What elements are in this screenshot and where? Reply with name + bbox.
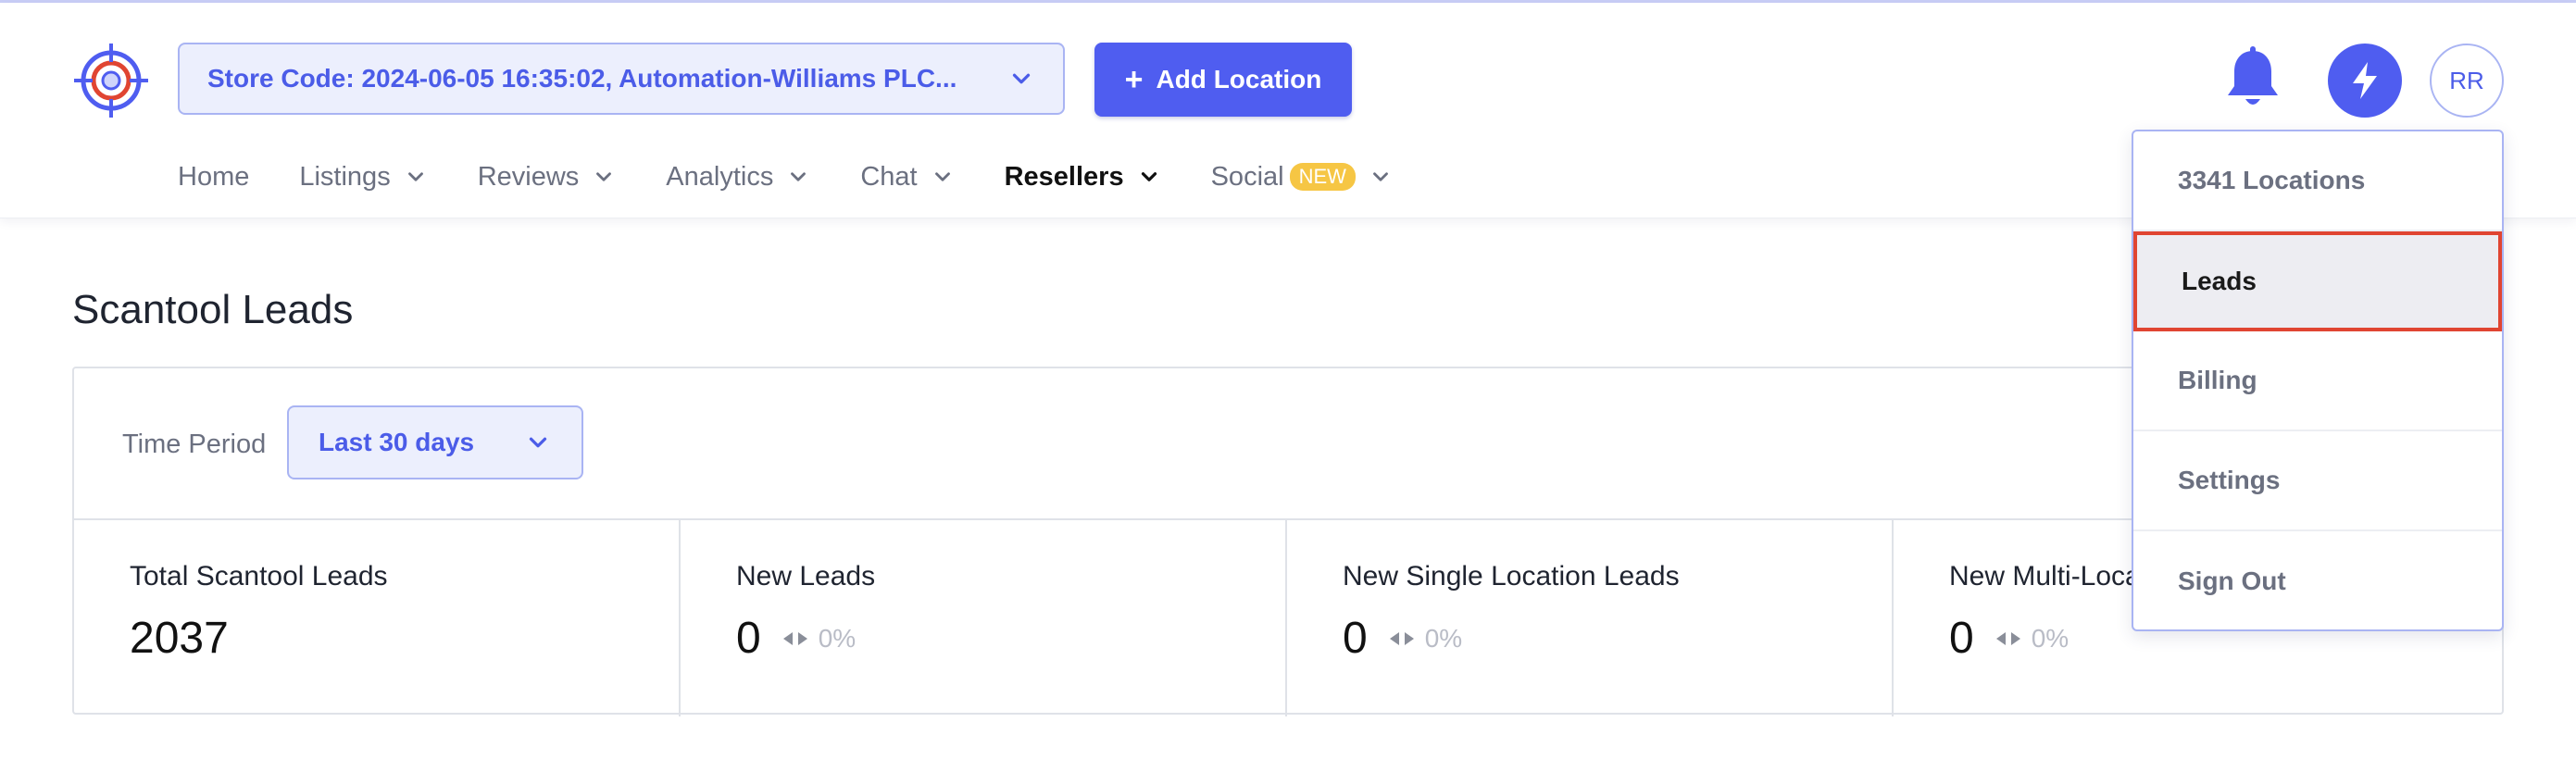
stat-change-value: 0% bbox=[2031, 623, 2070, 653]
nav-resellers[interactable]: Resellers bbox=[1005, 162, 1161, 193]
nav-social-label: Social bbox=[1210, 161, 1284, 192]
chevron-down-icon bbox=[1141, 172, 1157, 181]
account-dropdown-menu: 3341 Locations Leads Billing Settings Si… bbox=[2132, 130, 2504, 631]
store-selector-label: Store Code: 2024-06-05 16:35:02, Automat… bbox=[207, 64, 957, 93]
stat-total-leads: Total Scantool Leads 2037 bbox=[74, 520, 681, 716]
stat-new-leads: New Leads 0 0% bbox=[681, 520, 1287, 716]
add-location-label: Add Location bbox=[1156, 65, 1322, 93]
chevron-down-icon bbox=[791, 172, 807, 181]
stat-label: New Single Location Leads bbox=[1343, 561, 1680, 591]
nav-home[interactable]: Home bbox=[178, 162, 249, 193]
stat-change: 0% bbox=[782, 624, 856, 654]
menu-item-locations[interactable]: 3341 Locations bbox=[2133, 131, 2502, 231]
page-title: Scantool Leads bbox=[72, 287, 354, 332]
nav-reviews-label: Reviews bbox=[477, 161, 580, 192]
stat-change-value: 0% bbox=[1424, 623, 1463, 653]
add-location-button[interactable]: + Add Location bbox=[1094, 43, 1352, 117]
stat-change: 0% bbox=[1995, 624, 2069, 654]
stat-value: 2037 bbox=[130, 614, 229, 663]
nav-social[interactable]: Social NEW bbox=[1211, 162, 1393, 193]
time-period-value: Last 30 days bbox=[319, 428, 475, 456]
left-right-arrows-icon bbox=[1995, 631, 2020, 645]
chevron-down-icon bbox=[596, 172, 612, 181]
nav-analytics[interactable]: Analytics bbox=[666, 162, 810, 193]
stat-label: New Leads bbox=[736, 561, 876, 591]
left-right-arrows-icon bbox=[1389, 631, 1414, 645]
nav-reviews[interactable]: Reviews bbox=[478, 162, 617, 193]
lightning-bolt-icon bbox=[2353, 62, 2377, 99]
menu-item-billing[interactable]: Billing bbox=[2133, 331, 2502, 431]
time-period-select[interactable]: Last 30 days bbox=[287, 405, 583, 479]
stat-single-location-leads: New Single Location Leads 0 0% bbox=[1287, 520, 1894, 716]
menu-item-settings[interactable]: Settings bbox=[2133, 431, 2502, 531]
user-avatar[interactable]: RR bbox=[2430, 44, 2504, 118]
plus-icon: + bbox=[1124, 62, 1144, 97]
nav-chat-label: Chat bbox=[860, 161, 918, 192]
chevron-down-icon bbox=[1012, 73, 1031, 84]
menu-item-leads[interactable]: Leads bbox=[2133, 231, 2502, 331]
chevron-down-icon bbox=[1373, 172, 1388, 181]
chevron-down-icon bbox=[529, 437, 547, 448]
nav-listings-label: Listings bbox=[299, 161, 391, 192]
nav-chat[interactable]: Chat bbox=[860, 162, 954, 193]
stat-label: Total Scantool Leads bbox=[130, 561, 388, 591]
time-period-label: Time Period bbox=[122, 430, 267, 459]
nav-resellers-label: Resellers bbox=[1004, 161, 1124, 192]
chevron-down-icon bbox=[934, 172, 950, 181]
stat-value: 0 bbox=[1949, 614, 1974, 663]
stat-value: 0 bbox=[1343, 614, 1368, 663]
left-right-arrows-icon bbox=[782, 631, 807, 645]
nav-listings[interactable]: Listings bbox=[299, 162, 427, 193]
main-nav: Home Listings Reviews Analytics Chat Res… bbox=[178, 156, 1443, 197]
stat-change-value: 0% bbox=[818, 623, 857, 653]
stat-change: 0% bbox=[1388, 624, 1462, 654]
target-logo-icon[interactable] bbox=[72, 42, 150, 119]
nav-home-label: Home bbox=[178, 161, 250, 192]
store-selector-button[interactable]: Store Code: 2024-06-05 16:35:02, Automat… bbox=[178, 43, 1065, 115]
bell-icon[interactable] bbox=[2220, 45, 2285, 114]
menu-item-sign-out[interactable]: Sign Out bbox=[2133, 531, 2502, 629]
nav-analytics-label: Analytics bbox=[666, 161, 774, 192]
chevron-down-icon bbox=[407, 172, 423, 181]
stat-value: 0 bbox=[736, 614, 761, 663]
new-badge: NEW bbox=[1289, 163, 1356, 191]
quick-action-button[interactable] bbox=[2328, 44, 2402, 118]
